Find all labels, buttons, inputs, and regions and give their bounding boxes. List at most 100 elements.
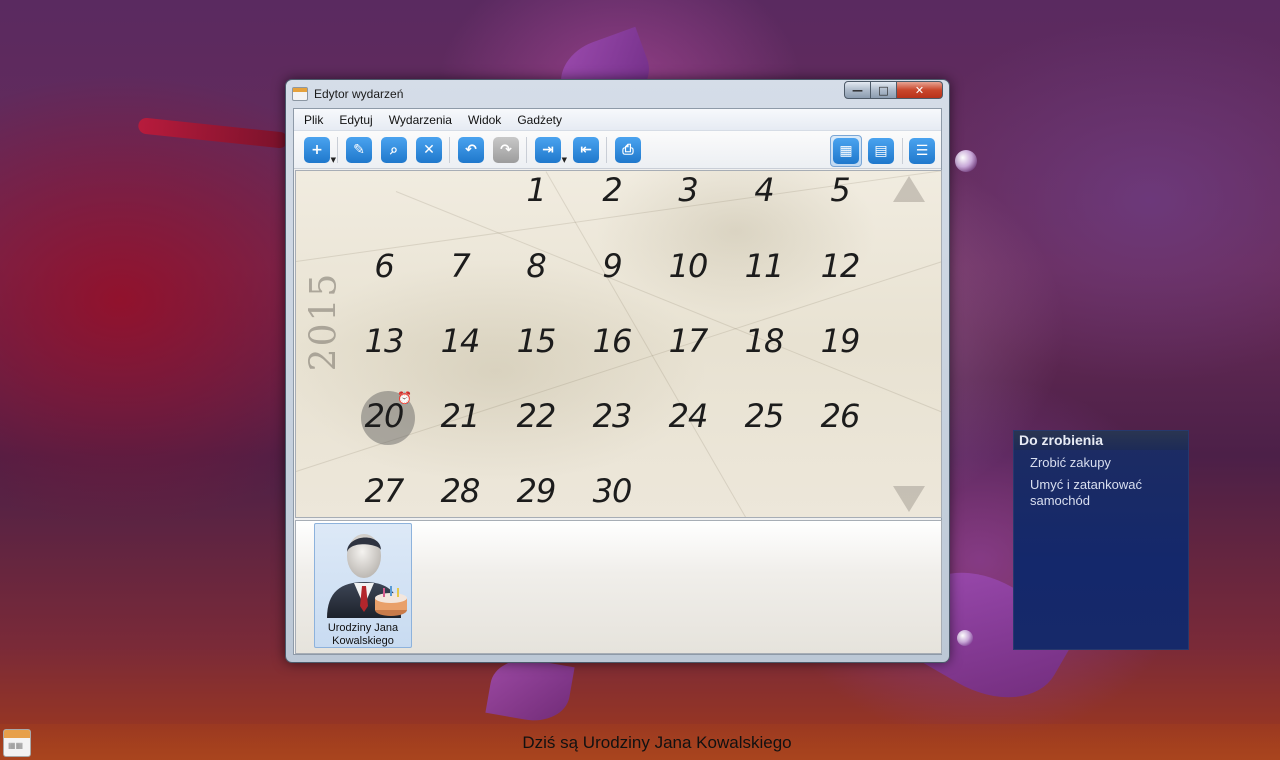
redo-button[interactable]: ↷ (493, 136, 519, 163)
month-view-toggle[interactable]: ▦ (830, 135, 862, 167)
event-tile[interactable]: Urodziny Jana Kowalskiego (314, 523, 412, 648)
close-icon: ✕ (914, 83, 925, 97)
calendar-day[interactable]: 21 (430, 397, 490, 435)
calendar-day[interactable]: 14 (430, 322, 490, 360)
undo-icon: ↶ (465, 141, 477, 158)
event-label: Urodziny Jana Kowalskiego (327, 622, 399, 647)
toolbar-separator (606, 136, 607, 163)
import-button[interactable]: ⇤ (573, 136, 599, 163)
month-calendar: 2015 ⏰ 1 2 3 4 5 6 7 8 9 10 11 12 13 14 15 16 17 18 19 20 21… (295, 170, 942, 518)
calendar-day[interactable]: 19 (810, 322, 870, 360)
menu-bar: Plik Edytuj Wydarzenia Widok Gadżety (294, 109, 941, 131)
toolbar-separator (526, 136, 527, 163)
calendar-day[interactable]: 26 (810, 397, 870, 435)
calendar-day[interactable]: 4 (734, 171, 794, 209)
calendar-day[interactable]: 10 (658, 247, 718, 285)
todo-item[interactable]: Zrobić zakupy (1014, 455, 1188, 471)
magnifier-icon: ⌕ (390, 141, 398, 158)
window-title: Edytor wydarzeń (314, 87, 404, 101)
month-view-button[interactable]: ▦ (833, 138, 859, 164)
menu-plik[interactable]: Plik (296, 113, 331, 127)
import-icon: ⇤ (580, 141, 592, 158)
window-client-area: Plik Edytuj Wydarzenia Widok Gadżety + ▼… (293, 108, 942, 655)
calendar-grid-icon: ▦ (839, 143, 853, 159)
calendar-day[interactable]: 9 (582, 247, 642, 285)
status-bar: ▦▦ Dziś są Urodziny Jana Kowalskiego (0, 724, 1280, 760)
calendar-day[interactable]: 13 (354, 322, 414, 360)
minimize-icon: — (852, 83, 863, 97)
menu-widok[interactable]: Widok (460, 113, 509, 127)
toolbar: + ▼ ✎ ⌕ ✕ ↶ ↷ ⇥ ▼ ⇤ ⎙ ▦ ▤ ☰ (294, 131, 941, 169)
calendar-day-today[interactable]: 20 (354, 397, 414, 435)
calendar-day[interactable]: 12 (810, 247, 870, 285)
status-message: Dziś są Urodziny Jana Kowalskiego (522, 733, 792, 752)
calendar-day[interactable]: 25 (734, 397, 794, 435)
calendar-table-icon: ▤ (874, 143, 888, 159)
calendar-day[interactable]: 28 (430, 472, 490, 510)
pencil-icon: ✎ (353, 141, 365, 158)
event-editor-window: Edytor wydarzeń — □ ✕ Plik Edytuj Wydarz… (285, 79, 950, 663)
calendar-day[interactable]: 7 (430, 247, 490, 285)
title-bar[interactable]: Edytor wydarzeń — □ ✕ (286, 80, 949, 108)
dropdown-arrow-icon[interactable]: ▼ (562, 156, 567, 164)
dropdown-arrow-icon[interactable]: ▼ (331, 156, 336, 164)
todo-title: Do zrobienia (1014, 431, 1188, 450)
person-with-cake-icon (327, 534, 407, 618)
menu-gadzety[interactable]: Gadżety (509, 113, 570, 127)
print-button[interactable]: ⎙ (615, 136, 641, 163)
calendar-day[interactable]: 5 (810, 171, 870, 209)
calendar-day[interactable]: 30 (582, 472, 642, 510)
add-event-button[interactable]: + ▼ (304, 136, 336, 164)
calendar-day[interactable]: 29 (506, 472, 566, 510)
calendar-day[interactable]: 2 (582, 171, 642, 209)
redo-icon: ↷ (500, 141, 512, 158)
maximize-icon: □ (878, 83, 889, 97)
toolbar-separator (337, 136, 338, 163)
maximize-button[interactable]: □ (871, 81, 897, 99)
calendar-day[interactable]: 11 (734, 247, 794, 285)
calendar-day[interactable]: 22 (506, 397, 566, 435)
undo-button[interactable]: ↶ (458, 136, 484, 163)
app-calendar-icon (292, 87, 308, 101)
next-month-arrow-icon[interactable] (893, 486, 925, 512)
calendar-day[interactable]: 15 (506, 322, 566, 360)
x-icon: ✕ (423, 141, 435, 158)
menu-edytuj[interactable]: Edytuj (331, 113, 380, 127)
minimize-button[interactable]: — (844, 81, 871, 99)
calendar-day[interactable]: 8 (506, 247, 566, 285)
previous-month-arrow-icon[interactable] (893, 176, 925, 202)
tree-list-icon: ☰ (915, 143, 929, 159)
toolbar-separator (449, 136, 450, 163)
search-button[interactable]: ⌕ (381, 136, 407, 163)
calendar-day[interactable]: 24 (658, 397, 718, 435)
wallpaper-dewdrop (955, 150, 977, 172)
plus-icon: + (311, 141, 323, 158)
view-switcher: ▦ ▤ ☰ (830, 135, 935, 167)
calendar-day[interactable]: 6 (354, 247, 414, 285)
export-icon: ⇥ (542, 141, 554, 158)
calendar-day[interactable]: 17 (658, 322, 718, 360)
calendar-day[interactable]: 23 (582, 397, 642, 435)
wallpaper-stem (137, 117, 289, 149)
window-controls: — □ ✕ (844, 81, 943, 99)
wallpaper-dewdrop (957, 630, 973, 646)
day-events-panel: Urodziny Jana Kowalskiego (295, 520, 942, 654)
calendar-day[interactable]: 27 (354, 472, 414, 510)
calendar-day[interactable]: 1 (506, 171, 566, 209)
close-button[interactable]: ✕ (897, 81, 943, 99)
calendar-day[interactable]: 16 (582, 322, 642, 360)
list-view-button[interactable]: ☰ (909, 138, 935, 164)
export-button[interactable]: ⇥ ▼ (535, 136, 567, 164)
todo-gadget: Do zrobienia Zrobić zakupy Umyć i zatank… (1013, 430, 1189, 650)
week-view-button[interactable]: ▤ (868, 138, 894, 164)
calendar-day[interactable]: 3 (658, 171, 718, 209)
todo-item[interactable]: Umyć i zatankować samochód (1014, 477, 1164, 509)
calendar-year: 2015 (303, 271, 345, 372)
calendar-day[interactable]: 18 (734, 322, 794, 360)
edit-button[interactable]: ✎ (346, 136, 372, 163)
printer-icon: ⎙ (622, 141, 634, 158)
delete-button[interactable]: ✕ (416, 136, 442, 163)
menu-wydarzenia[interactable]: Wydarzenia (381, 113, 460, 127)
wallpaper-leaf (485, 653, 575, 727)
toolbar-separator (902, 138, 903, 164)
